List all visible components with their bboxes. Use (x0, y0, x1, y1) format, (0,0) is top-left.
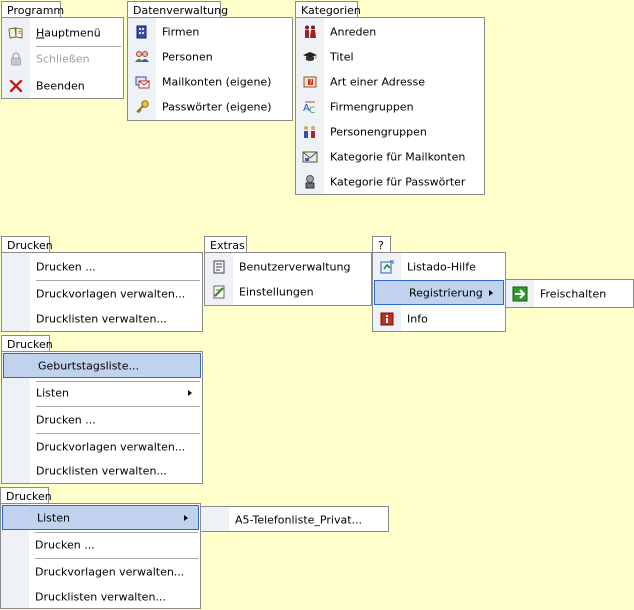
hilfe-menu-tab[interactable]: ? (372, 236, 391, 253)
info-icon (380, 312, 394, 326)
close-icon (9, 79, 23, 93)
menu-separator (35, 558, 198, 559)
menu-item-personengruppen[interactable]: Personengruppen (296, 121, 484, 143)
menu-item-kategorie-mailkonten[interactable]: Kategorie für Mailkonten (296, 146, 484, 168)
drucken-menu-tab[interactable]: Drucken (1, 335, 53, 352)
menu-item-drucken[interactable]: Drucken ... (2, 256, 202, 278)
couple-icon (305, 25, 316, 38)
menu-item-label-rest: auptmenü (44, 26, 101, 40)
programm-menu-tab[interactable]: Programm (1, 1, 64, 18)
menu-item-geburtstagsliste[interactable]: Geburtstagsliste... (3, 353, 201, 378)
menu-item-passwoerter[interactable]: Passwörter (eigene) (128, 96, 292, 118)
menu-item-mailkonten[interactable]: Mailkonten (eigene) (128, 71, 292, 93)
kategorien-menu-tab[interactable]: Kategorien (295, 1, 361, 18)
menu-item-info[interactable]: Info (373, 308, 505, 330)
menu-item-listen[interactable]: Listen (2, 505, 199, 530)
menu-item-druckvorlagen[interactable]: Druckvorlagen verwalten... (2, 283, 202, 305)
menu-item-anreden[interactable]: Anreden (296, 21, 484, 43)
svg-text:?: ? (309, 79, 312, 86)
menu-item-listen[interactable]: Listen (2, 382, 202, 404)
menu-item-benutzerverwaltung[interactable]: Benutzerverwaltung (205, 256, 371, 278)
datenverwaltung-menu-panel: Firmen Personen Mailkonten (eigene) Pass… (127, 17, 293, 121)
building-icon (136, 25, 147, 39)
svg-text:C: C (309, 106, 315, 115)
people-icon (135, 51, 149, 62)
extras-menu-tab[interactable]: Extras (204, 236, 247, 253)
drucken-menu-tab[interactable]: Drucken (1, 236, 53, 253)
address-icon: ? (303, 76, 317, 88)
menu-separator (36, 46, 121, 47)
menu-item-drucklisten[interactable]: Drucklisten verwalten... (2, 308, 202, 330)
menu-item-schliessen[interactable]: Schließen (2, 48, 123, 70)
key-icon (136, 100, 149, 114)
hilfe-menu-panel: Listado-Hilfe Registrierung Info (372, 252, 506, 332)
menu-item-firmengruppen[interactable]: A C Firmengruppen (296, 96, 484, 118)
extras-menu-panel: Benutzerverwaltung Einstellungen (204, 252, 372, 306)
help-icon (380, 260, 394, 274)
menu-item-registrierung[interactable]: Registrierung (374, 280, 504, 305)
menu-item-listado-hilfe[interactable]: Listado-Hilfe (373, 256, 505, 278)
user-admin-icon (213, 260, 225, 274)
menu-item-einstellungen[interactable]: Einstellungen (205, 281, 371, 303)
menu-item-drucken[interactable]: Drucken ... (2, 409, 202, 431)
menu-item-freischalten[interactable]: Freischalten (506, 283, 633, 305)
mail-icon (135, 76, 150, 89)
menu-item-hauptmenue[interactable]: Hauptmenü (2, 22, 123, 44)
menu-item-firmen[interactable]: Firmen (128, 21, 292, 43)
drucken-menu-tab[interactable]: Drucken (0, 487, 52, 504)
mail-category-icon (302, 151, 318, 163)
menu-item-beenden[interactable]: Beenden (2, 75, 123, 97)
menu-item-drucken[interactable]: Drucken ... (1, 534, 200, 556)
submenu-arrow-icon (184, 514, 188, 521)
menu-item-personen[interactable]: Personen (128, 46, 292, 68)
submenu-arrow-icon (188, 390, 192, 396)
company-group-icon: A C (303, 101, 315, 115)
menu-item-drucklisten[interactable]: Drucklisten verwalten... (1, 586, 200, 608)
password-category-icon (305, 175, 315, 189)
menu-separator (36, 433, 200, 434)
settings-icon (213, 285, 225, 299)
menu-separator (35, 532, 198, 533)
book-icon (8, 27, 23, 39)
menu-item-art-einer-adresse[interactable]: ? Art einer Adresse (296, 71, 484, 93)
drucken-menu-panel: Listen Drucken ... Druckvorlagen verwalt… (0, 503, 201, 609)
kategorien-menu-panel: Anreden Titel ? Art einer Adresse A C Fi… (295, 17, 485, 195)
menu-item-drucklisten[interactable]: Drucklisten verwalten... (2, 460, 202, 482)
drucken-menu-panel: Geburtstagsliste... Listen Drucken ... D… (1, 351, 203, 484)
menu-item-titel[interactable]: Titel (296, 46, 484, 68)
menu-separator (36, 280, 200, 281)
arrow-right-icon (512, 286, 528, 302)
menu-item-label: Hauptmenü (36, 27, 101, 40)
person-group-icon (304, 126, 315, 138)
submenu-arrow-icon (489, 289, 493, 296)
drucken-menu-panel: Drucken ... Druckvorlagen verwalten... D… (1, 252, 203, 332)
menu-item-kategorie-passwoerter[interactable]: Kategorie für Passwörter (296, 171, 484, 193)
listen-submenu: A5-Telefonliste_Privat... (200, 506, 389, 532)
programm-menu-panel: Hauptmenü Schließen Beenden (1, 17, 124, 99)
menu-item-druckvorlagen[interactable]: Druckvorlagen verwalten... (1, 561, 200, 583)
datenverwaltung-menu-tab[interactable]: Datenverwaltung (127, 1, 228, 18)
graduation-cap-icon (303, 52, 317, 61)
menu-item-druckvorlagen[interactable]: Druckvorlagen verwalten... (2, 436, 202, 458)
menu-item-a5-telefonliste[interactable]: A5-Telefonliste_Privat... (201, 509, 388, 530)
menu-separator (36, 406, 200, 407)
registrierung-submenu: Freischalten (505, 279, 634, 308)
lock-icon (11, 52, 21, 66)
